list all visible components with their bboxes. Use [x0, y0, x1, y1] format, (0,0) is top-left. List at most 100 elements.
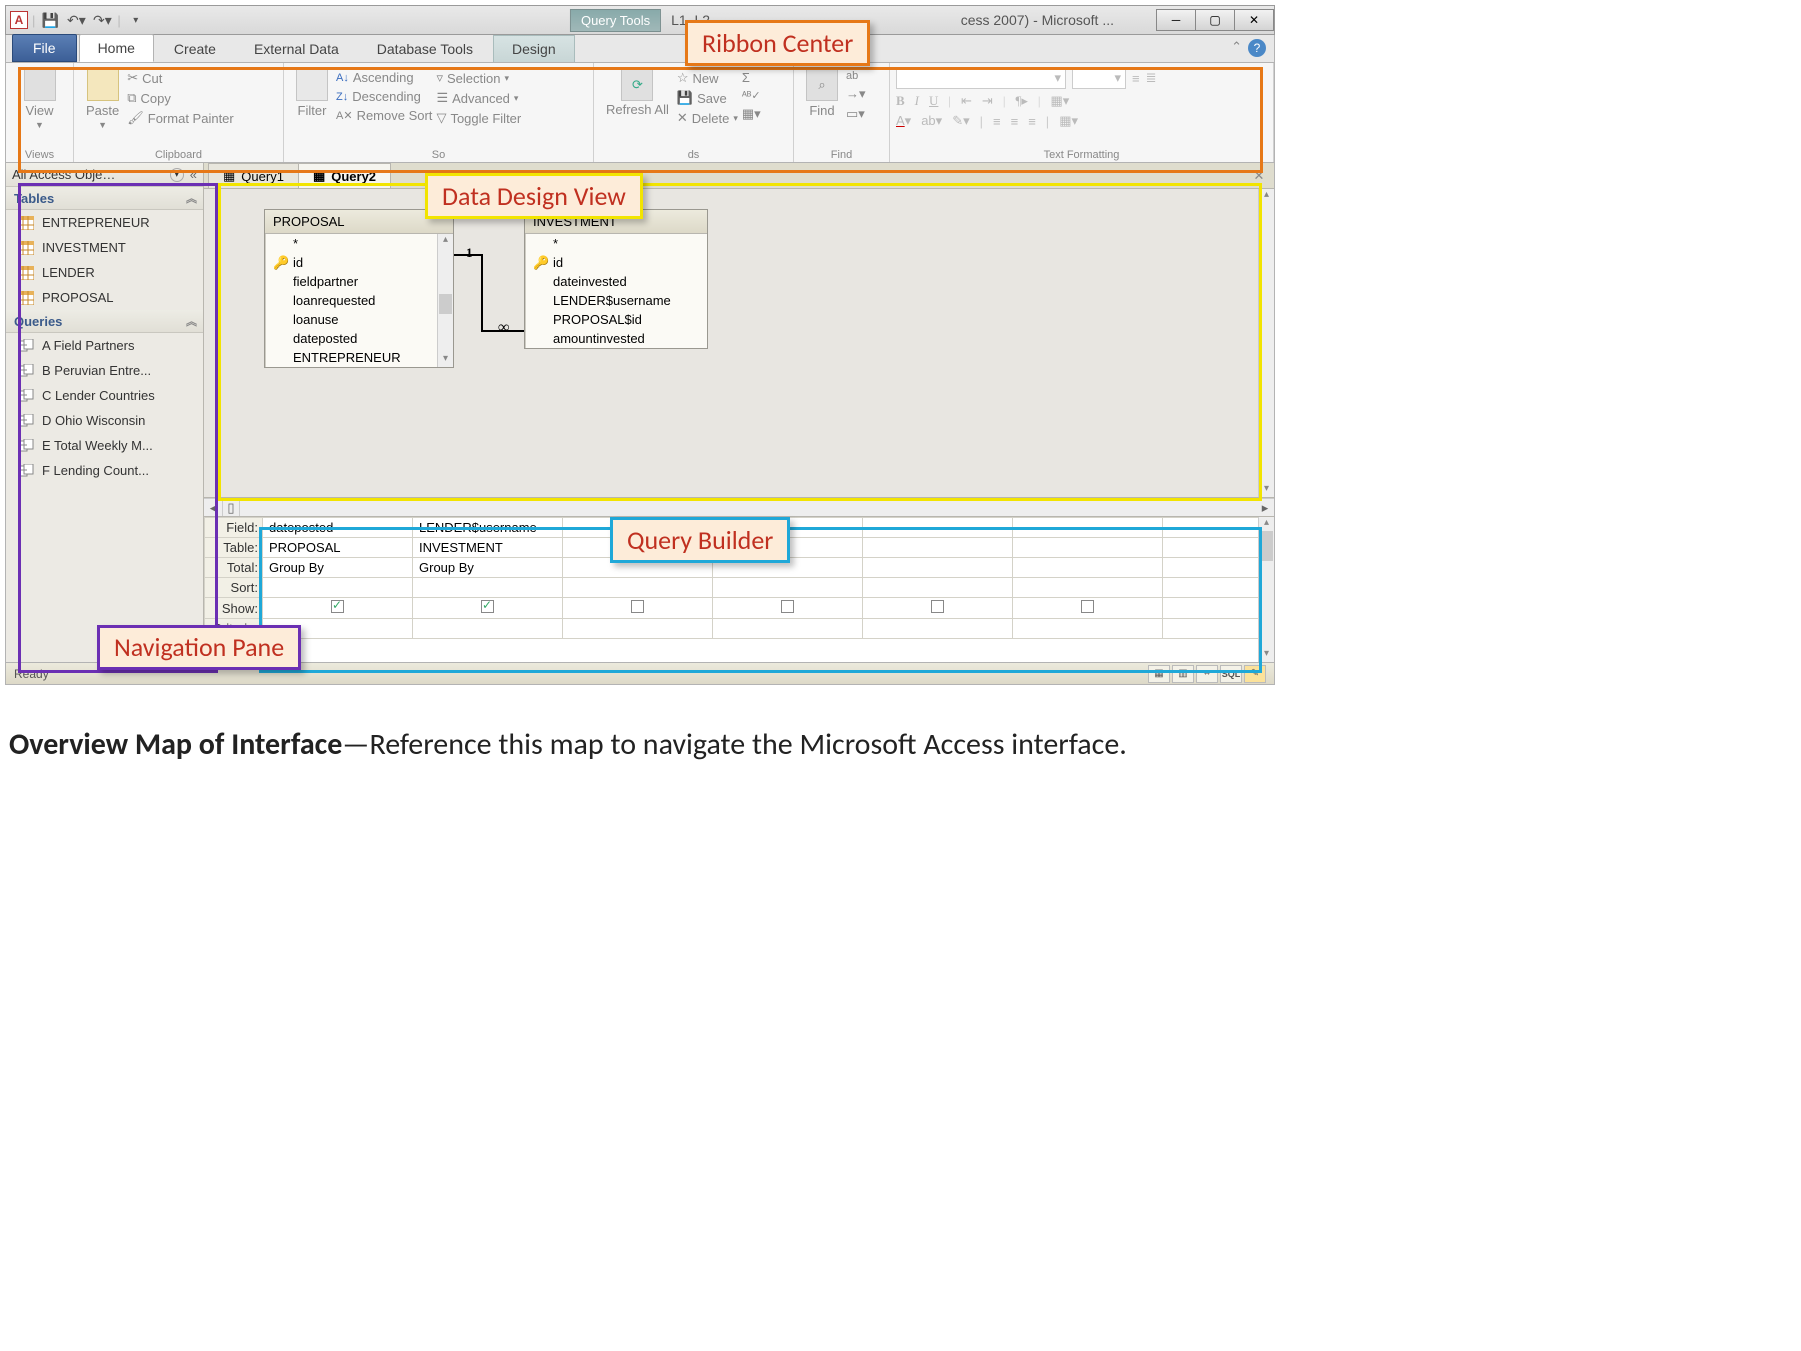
- selection-button[interactable]: ▿Selection▾: [434, 69, 523, 87]
- scroll-right-icon[interactable]: ▸: [1256, 500, 1274, 516]
- close-button[interactable]: ✕: [1234, 9, 1274, 31]
- font-combo[interactable]: ▾: [896, 67, 1066, 89]
- field-item[interactable]: 🔑id: [265, 253, 453, 272]
- qbe-cell[interactable]: [263, 578, 413, 598]
- qbe-cell[interactable]: [263, 598, 413, 619]
- bullets-icon[interactable]: ≡: [1132, 71, 1140, 86]
- field-item[interactable]: amountinvested: [525, 329, 707, 348]
- ribbon-tab-dbtools[interactable]: Database Tools: [359, 36, 491, 62]
- save-record-button[interactable]: 💾Save: [675, 89, 740, 107]
- sort-desc-button[interactable]: Z↓Descending: [334, 88, 434, 105]
- ltr-icon[interactable]: ¶▸: [1015, 93, 1027, 109]
- scroll-thumb[interactable]: [439, 294, 452, 314]
- minimize-button[interactable]: ─: [1156, 9, 1196, 31]
- qbe-cell[interactable]: [413, 598, 563, 619]
- qbe-cell[interactable]: [1163, 538, 1274, 558]
- field-item[interactable]: LENDER$username: [525, 291, 707, 310]
- copy-button[interactable]: ⧉Copy: [125, 89, 236, 107]
- totals-button[interactable]: Σ: [740, 69, 763, 86]
- save-icon[interactable]: 💾: [39, 9, 61, 31]
- qbe-cell[interactable]: [413, 578, 563, 598]
- view-sql-button[interactable]: SQL: [1220, 665, 1242, 683]
- field-item[interactable]: loanrequested: [265, 291, 453, 310]
- ribbon-collapse-icon[interactable]: ⌃: [1231, 39, 1242, 57]
- show-checkbox[interactable]: [1081, 600, 1094, 613]
- nav-item-query[interactable]: B Peruvian Entre...: [6, 358, 203, 383]
- nav-item-query[interactable]: E Total Weekly M...: [6, 433, 203, 458]
- fill-color-icon[interactable]: ▦▾: [1050, 93, 1069, 109]
- sort-asc-button[interactable]: A↓Ascending: [334, 69, 434, 86]
- cut-button[interactable]: ✂Cut: [125, 69, 236, 87]
- italic-button[interactable]: I: [915, 93, 919, 109]
- clear-fmt-icon[interactable]: ✎▾: [952, 113, 969, 129]
- scroll-up-icon[interactable]: ▴: [438, 234, 453, 248]
- goto-button[interactable]: →▾: [844, 85, 868, 103]
- select-button[interactable]: ▭▾: [844, 105, 868, 123]
- show-checkbox[interactable]: [481, 600, 494, 613]
- qbe-cell[interactable]: [1163, 598, 1274, 619]
- nav-item-table[interactable]: INVESTMENT: [6, 235, 203, 260]
- qbe-cell[interactable]: [1163, 578, 1274, 598]
- qbe-cell[interactable]: [713, 578, 863, 598]
- show-checkbox[interactable]: [331, 600, 344, 613]
- view-chart-button[interactable]: ⌗: [1196, 665, 1218, 683]
- field-item[interactable]: 🔑id: [525, 253, 707, 272]
- field-item[interactable]: *: [265, 234, 453, 253]
- paste-button[interactable]: Paste ▼: [80, 67, 125, 160]
- nav-item-query[interactable]: C Lender Countries: [6, 383, 203, 408]
- qbe-cell[interactable]: [563, 578, 713, 598]
- nav-collapse-icon[interactable]: «: [190, 167, 197, 182]
- nav-dropdown-icon[interactable]: ▾: [170, 168, 184, 182]
- qbe-cell[interactable]: [1013, 518, 1163, 538]
- scroll-left-icon[interactable]: ◂: [204, 500, 222, 516]
- nav-item-query[interactable]: A Field Partners: [6, 333, 203, 358]
- maximize-button[interactable]: ▢: [1195, 9, 1235, 31]
- ribbon-tab-home[interactable]: Home: [79, 34, 154, 62]
- nav-item-table[interactable]: PROPOSAL: [6, 285, 203, 310]
- underline-button[interactable]: U: [929, 93, 938, 109]
- undo-icon[interactable]: ↶▾: [65, 9, 87, 31]
- field-item[interactable]: ENTREPRENEUR: [265, 348, 453, 367]
- qbe-cell[interactable]: [1013, 578, 1163, 598]
- field-item[interactable]: PROPOSAL$id: [525, 310, 707, 329]
- redo-icon[interactable]: ↷▾: [91, 9, 113, 31]
- qbe-cell[interactable]: [863, 578, 1013, 598]
- view-pivot-button[interactable]: ▥: [1172, 665, 1194, 683]
- qbe-cell[interactable]: [1163, 518, 1274, 538]
- indent-dec-icon[interactable]: ⇤: [961, 93, 972, 109]
- field-item[interactable]: dateinvested: [525, 272, 707, 291]
- qbe-cell[interactable]: [863, 538, 1013, 558]
- qbe-cell[interactable]: [563, 598, 713, 619]
- qbe-cell[interactable]: [863, 598, 1013, 619]
- find-button[interactable]: ⌕ Find: [800, 67, 844, 160]
- qbe-cell[interactable]: [863, 619, 1013, 639]
- qbe-cell[interactable]: dateposted: [263, 518, 413, 538]
- align-right-icon[interactable]: ≡: [1028, 114, 1036, 129]
- tab-query1[interactable]: ▦ Query1: [208, 163, 299, 188]
- field-item[interactable]: fieldpartner: [265, 272, 453, 291]
- view-design-button[interactable]: ✎: [1244, 665, 1266, 683]
- qbe-cell[interactable]: [1163, 619, 1274, 639]
- refresh-all-button[interactable]: ⟳ Refresh All: [600, 67, 675, 160]
- indent-inc-icon[interactable]: ⇥: [982, 93, 993, 109]
- numbering-icon[interactable]: ≣: [1146, 70, 1157, 86]
- gridlines-icon[interactable]: ▦▾: [1059, 113, 1078, 129]
- qbe-cell[interactable]: [863, 558, 1013, 578]
- field-item[interactable]: *: [525, 234, 707, 253]
- canvas-hscroll[interactable]: ◂ ▯ ▸: [204, 498, 1274, 516]
- toggle-filter-button[interactable]: ▽Toggle Filter: [434, 109, 523, 127]
- highlight-button[interactable]: ab▾: [921, 113, 942, 129]
- view-datasheet-button[interactable]: ▦: [1148, 665, 1170, 683]
- format-painter-button[interactable]: 🖌Format Painter: [125, 109, 236, 127]
- nav-item-table[interactable]: LENDER: [6, 260, 203, 285]
- qat-customize-icon[interactable]: ▾: [125, 9, 147, 31]
- nav-item-query[interactable]: D Ohio Wisconsin: [6, 408, 203, 433]
- show-checkbox[interactable]: [931, 600, 944, 613]
- nav-item-table[interactable]: ENTREPRENEUR: [6, 210, 203, 235]
- ribbon-tab-file[interactable]: File: [12, 34, 77, 62]
- qbe-cell[interactable]: Group By: [263, 558, 413, 578]
- qbe-cell[interactable]: [863, 518, 1013, 538]
- qbe-cell[interactable]: Group By: [413, 558, 563, 578]
- table-box-investment[interactable]: INVESTMENT *🔑iddateinvestedLENDER$userna…: [524, 209, 708, 349]
- fontsize-combo[interactable]: ▾: [1072, 67, 1126, 89]
